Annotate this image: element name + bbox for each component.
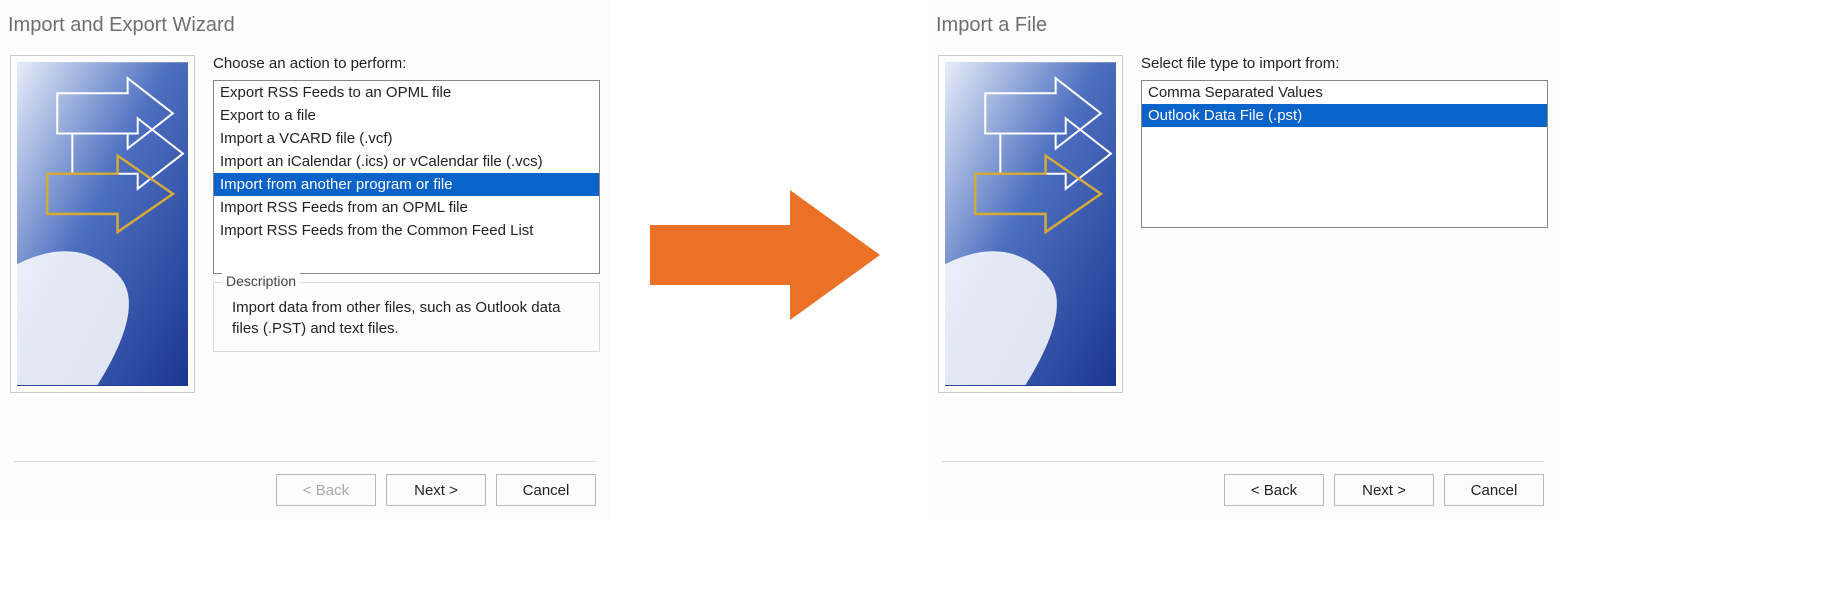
filetype-list-item[interactable]: Comma Separated Values — [1142, 81, 1547, 104]
wizard-graphic — [945, 62, 1116, 386]
dialog-buttons: < Back Next > Cancel — [14, 461, 596, 506]
wizard-arrow-icon — [17, 62, 188, 386]
description-text: Import data from other files, such as Ou… — [232, 297, 587, 339]
next-button[interactable]: Next > — [1334, 474, 1434, 506]
action-list-item[interactable]: Import from another program or file — [214, 173, 599, 196]
dialog-buttons: < Back Next > Cancel — [942, 461, 1544, 506]
action-list-item[interactable]: Export RSS Feeds to an OPML file — [214, 81, 599, 104]
action-prompt-label: Choose an action to perform: — [213, 55, 600, 72]
wizard-right-column: Select file type to import from: Comma S… — [1123, 55, 1548, 393]
import-file-dialog: Import a File — [928, 0, 1558, 520]
filetype-prompt-label: Select file type to import from: — [1141, 55, 1548, 72]
action-list-item[interactable]: Import a VCARD file (.vcf) — [214, 127, 599, 150]
back-button: < Back — [276, 474, 376, 506]
description-group-title: Description — [222, 273, 300, 289]
cancel-button[interactable]: Cancel — [496, 474, 596, 506]
import-export-wizard-dialog: Import and Export Wizard — [0, 0, 610, 520]
next-button[interactable]: Next > — [386, 474, 486, 506]
action-list-item[interactable]: Import RSS Feeds from an OPML file — [214, 196, 599, 219]
action-list-item[interactable]: Import an iCalendar (.ics) or vCalendar … — [214, 150, 599, 173]
actions-listbox[interactable]: Export RSS Feeds to an OPML fileExport t… — [213, 80, 600, 274]
wizard-graphic-frame — [10, 55, 195, 393]
filetype-list-item[interactable]: Outlook Data File (.pst) — [1142, 104, 1547, 127]
wizard-arrow-icon — [945, 62, 1116, 386]
cancel-button[interactable]: Cancel — [1444, 474, 1544, 506]
transition-arrow-icon — [650, 190, 880, 320]
wizard-right-column: Choose an action to perform: Export RSS … — [195, 55, 600, 393]
description-groupbox: Description Import data from other files… — [213, 282, 600, 352]
wizard-graphic — [17, 62, 188, 386]
action-list-item[interactable]: Export to a file — [214, 104, 599, 127]
dialog-title: Import and Export Wizard — [0, 0, 610, 55]
wizard-graphic-frame — [938, 55, 1123, 393]
back-button[interactable]: < Back — [1224, 474, 1324, 506]
dialog-body: Choose an action to perform: Export RSS … — [0, 55, 610, 393]
action-list-item[interactable]: Import RSS Feeds from the Common Feed Li… — [214, 219, 599, 242]
dialog-title: Import a File — [928, 0, 1558, 55]
dialog-body: Select file type to import from: Comma S… — [928, 55, 1558, 393]
filetypes-listbox[interactable]: Comma Separated ValuesOutlook Data File … — [1141, 80, 1548, 228]
